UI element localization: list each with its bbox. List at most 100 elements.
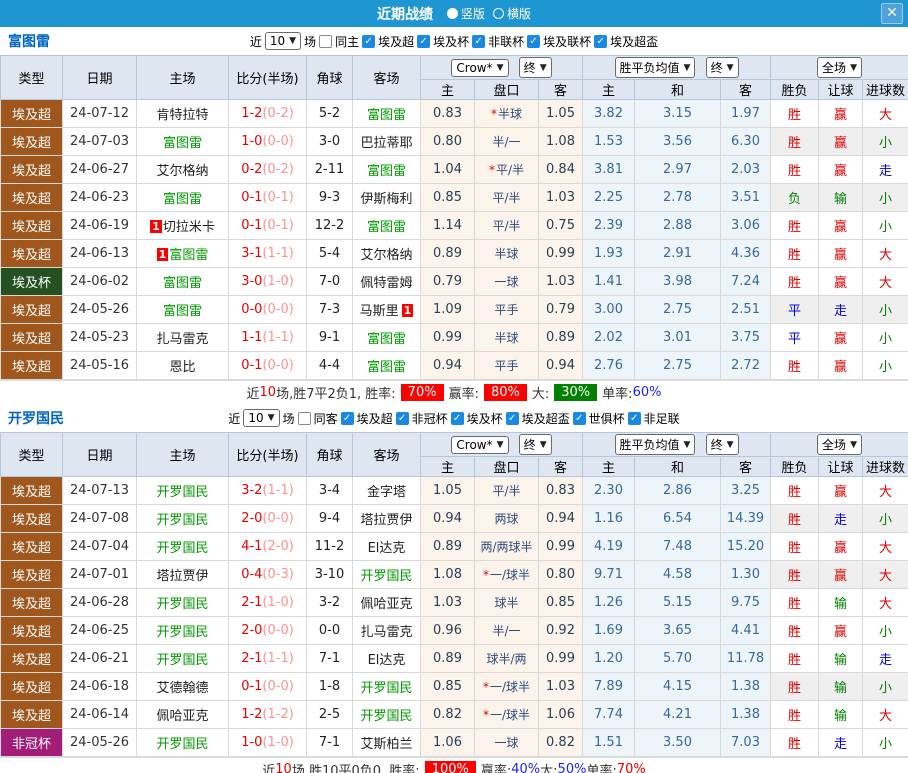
handicap-line: 平手 xyxy=(474,351,539,380)
league-checkbox-label[interactable]: 埃及联杯 xyxy=(543,33,591,50)
league-checkbox-checked[interactable]: ✓ xyxy=(340,411,354,425)
league-checkbox-label[interactable]: 非足联 xyxy=(644,410,680,427)
league-checkbox-checked[interactable]: ✓ xyxy=(572,411,586,425)
same-venue-label[interactable]: 同主 xyxy=(335,33,359,50)
col-score: 比分(半场) xyxy=(228,432,307,477)
time-select-wdl[interactable]: 终 ▼ xyxy=(705,434,739,455)
away-team-cell: 塔拉贾伊 xyxy=(352,504,421,533)
wdl-average-select[interactable]: 胜平负均值 ▼ xyxy=(614,434,696,455)
date-cell: 24-06-27 xyxy=(62,155,137,184)
wdl-average-select[interactable]: 胜平负均值 ▼ xyxy=(614,57,696,78)
same-venue-label[interactable]: 同客 xyxy=(314,410,338,427)
league-checkbox-label[interactable]: 非冠杯 xyxy=(412,410,448,427)
subcol-winlose: 胜负 xyxy=(770,79,820,100)
handicap-home-odds: 0.82 xyxy=(420,700,475,729)
score-cell: 1-2(1-2) xyxy=(228,700,307,729)
result-goals: 小 xyxy=(862,728,908,757)
handicap-home-odds: 0.94 xyxy=(420,351,475,380)
matches-label: 场 xyxy=(282,411,295,426)
star-marker: * xyxy=(482,708,489,722)
halftime-score: (0-0) xyxy=(262,679,294,694)
league-checkbox-checked[interactable]: ✓ xyxy=(527,34,541,48)
bookmaker-select[interactable]: Crow* ▼ xyxy=(451,436,509,454)
handicap-away-odds: 1.05 xyxy=(537,99,584,128)
handicap-home-odds: 1.14 xyxy=(420,211,475,240)
time-select-handicap[interactable]: 终 ▼ xyxy=(518,57,552,78)
league-checkbox-label[interactable]: 埃及超 xyxy=(378,33,414,50)
fulltime-score: 0-1 xyxy=(241,218,263,233)
handicap-home-odds: 0.89 xyxy=(420,239,475,268)
chevron-down-icon: ▼ xyxy=(726,439,734,450)
avg-home-odds: 1.16 xyxy=(582,504,636,533)
fulltime-score: 0-1 xyxy=(241,679,263,694)
result-goals: 走 xyxy=(862,644,908,673)
corner-cell: 1-8 xyxy=(306,672,353,701)
match-row: 埃及超 24-07-12 肯特拉特 1-2(0-2) 5-2 富图雷 0.83 *半球 1.05… xyxy=(0,99,908,128)
league-checkbox-label[interactable]: 埃及超盃 xyxy=(610,33,658,50)
league-checkbox-checked[interactable]: ✓ xyxy=(417,34,431,48)
league-checkbox-checked[interactable]: ✓ xyxy=(362,34,376,48)
league-checkbox-checked[interactable]: ✓ xyxy=(395,411,409,425)
games-count-select[interactable]: 10 ▼ xyxy=(264,32,302,50)
league-checkbox-label[interactable]: 埃及杯 xyxy=(467,410,503,427)
close-icon[interactable]: ✕ xyxy=(881,3,903,24)
result-handicap: 赢 xyxy=(818,127,864,156)
summary-part: 赢率: xyxy=(480,764,512,773)
away-team-name: El达克 xyxy=(367,653,406,668)
avg-draw-odds: 2.86 xyxy=(634,476,722,505)
subcol-wdl-home: 主 xyxy=(582,456,636,477)
col-score: 比分(半场) xyxy=(228,55,307,100)
halftime-score: (1-1) xyxy=(262,483,294,498)
fulltime-select[interactable]: 全场 ▼ xyxy=(817,57,862,78)
league-checkbox-checked[interactable]: ✓ xyxy=(472,34,486,48)
league-type-cell: 埃及超 xyxy=(0,351,63,380)
handicap-line: 半球 xyxy=(474,239,539,268)
home-team-cell: 扎马雷克 xyxy=(136,323,229,352)
chevron-down-icon: ▼ xyxy=(289,36,297,46)
handicap-line: 半球 xyxy=(474,323,539,352)
handicap-home-odds: 0.85 xyxy=(420,672,475,701)
league-checkbox-checked[interactable]: ✓ xyxy=(594,34,608,48)
summary-row: 近 10 场,胜7平2负1, 胜率: 70% 赢率: 80% 大: 30% 单率: 60% xyxy=(0,380,908,404)
league-checkbox-checked[interactable]: ✓ xyxy=(627,411,641,425)
radio-horizontal-layout[interactable] xyxy=(493,8,504,19)
avg-draw-odds: 7.48 xyxy=(634,532,722,561)
league-checkbox-checked[interactable]: ✓ xyxy=(505,411,519,425)
league-checkbox-label[interactable]: 世俱杯 xyxy=(589,410,625,427)
result-winlose: 胜 xyxy=(770,560,820,589)
halftime-score: (1-1) xyxy=(262,651,294,666)
fulltime-select[interactable]: 全场 ▼ xyxy=(817,434,862,455)
home-team-name: 开罗国民 xyxy=(156,541,209,556)
league-checkbox-label[interactable]: 埃及杯 xyxy=(433,33,469,50)
league-checkbox-label[interactable]: 埃及超盃 xyxy=(522,410,570,427)
time-select-wdl[interactable]: 终 ▼ xyxy=(705,57,739,78)
score-cell: 0-0(0-0) xyxy=(228,295,307,324)
handicap-home-odds: 0.99 xyxy=(420,323,475,352)
league-checkbox-label[interactable]: 埃及超 xyxy=(357,410,393,427)
team-name: 开罗国民 xyxy=(8,411,64,427)
handicap-line: 两/两球半 xyxy=(474,532,539,561)
games-count-select[interactable]: 10 ▼ xyxy=(243,409,280,427)
same-venue-checkbox[interactable] xyxy=(297,411,311,425)
league-checkbox-label[interactable]: 非联杯 xyxy=(488,33,524,50)
corner-cell: 5-2 xyxy=(306,99,353,128)
home-team-cell: 富图雷 xyxy=(136,295,229,324)
score-cell: 2-0(0-0) xyxy=(228,616,307,645)
radio-vertical-label[interactable]: 竖版 xyxy=(461,5,485,22)
radio-vertical-layout[interactable] xyxy=(446,8,458,19)
same-venue-checkbox[interactable] xyxy=(319,34,333,48)
avg-away-odds: 1.38 xyxy=(720,672,772,701)
col-away: 客场 xyxy=(352,55,421,100)
avg-home-odds: 1.53 xyxy=(582,127,636,156)
bookmaker-select[interactable]: Crow* ▼ xyxy=(451,59,509,77)
league-type-cell: 埃及超 xyxy=(0,532,63,561)
radio-horizontal-label[interactable]: 横版 xyxy=(507,5,531,22)
league-checkbox-checked[interactable]: ✓ xyxy=(450,411,464,425)
filter-controls: 近 10 ▼ 场 同客 ✓ 埃及超 ✓ 非冠杯 ✓ 埃及杯 ✓ 埃及超盃 ✓ 世俱杯 ✓ 非足联 xyxy=(228,409,680,427)
matches-label: 场 xyxy=(304,34,317,49)
avg-away-odds: 1.30 xyxy=(720,560,772,589)
star-marker: * xyxy=(490,107,497,121)
time-select-handicap[interactable]: 终 ▼ xyxy=(518,434,552,455)
col-home: 主场 xyxy=(136,432,229,477)
col-corner: 角球 xyxy=(306,432,353,477)
